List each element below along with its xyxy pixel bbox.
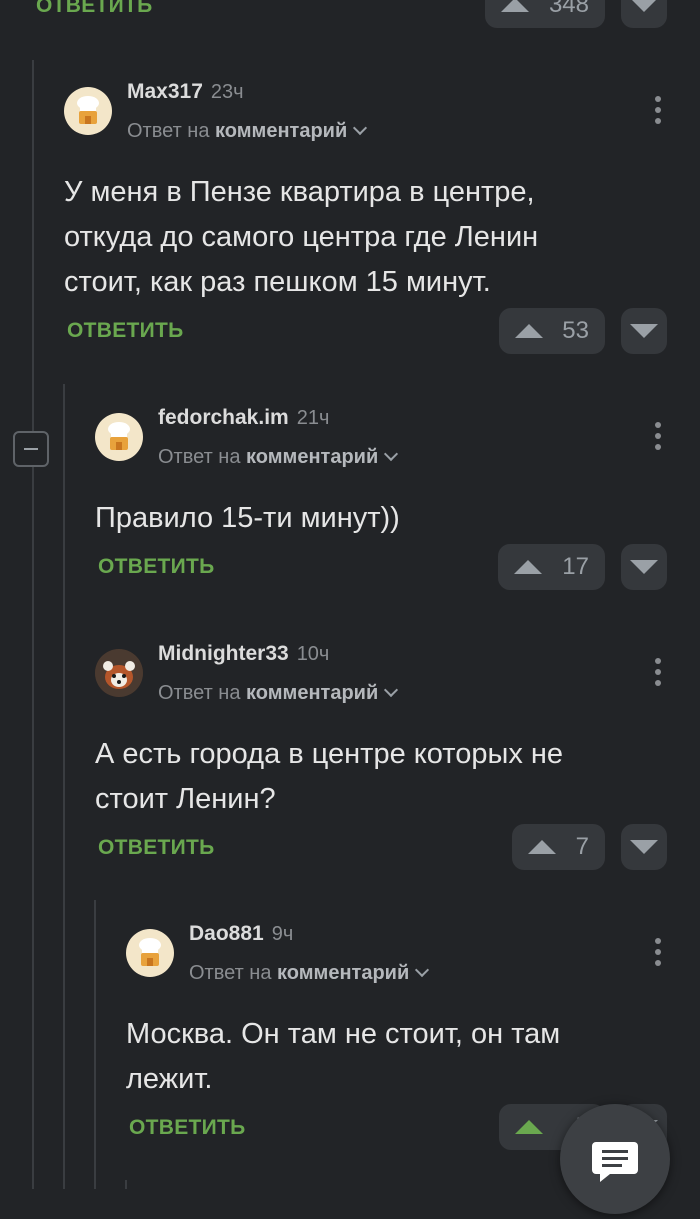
username[interactable]: fedorchak.im 21ч (158, 406, 329, 430)
vote-count: 17 (562, 553, 589, 580)
avatar[interactable] (126, 929, 174, 977)
thread-line-level-2 (63, 384, 65, 1189)
chef-avatar-icon (77, 96, 99, 124)
more-options-icon[interactable] (655, 422, 663, 452)
reply-to-link[interactable]: Ответ на комментарий (189, 962, 430, 985)
reply-to-target[interactable]: комментарий (246, 682, 378, 704)
upvote-button[interactable]: 17 (498, 544, 605, 590)
reply-to-link[interactable]: Ответ на комментарий (158, 682, 399, 705)
chevron-down-icon (384, 446, 399, 462)
reply-to-prefix: Ответ на (189, 962, 272, 984)
timestamp: 10ч (296, 643, 330, 665)
reply-button[interactable]: ОТВЕТИТЬ (129, 1116, 246, 1140)
reply-to-target[interactable]: комментарий (246, 446, 378, 468)
chef-avatar-icon (108, 422, 130, 450)
avatar[interactable] (64, 87, 112, 135)
reply-to-target[interactable]: комментарий (215, 120, 347, 142)
reply-button[interactable]: ОТВЕТИТЬ (98, 555, 215, 579)
upvote-button[interactable]: 7 (512, 824, 605, 870)
username[interactable]: Dao881 9ч (189, 922, 293, 946)
avatar[interactable] (95, 649, 143, 697)
upvote-icon (528, 840, 556, 854)
avatar[interactable] (95, 413, 143, 461)
comments-fab-button[interactable] (560, 1104, 670, 1214)
reply-to-prefix: Ответ на (127, 120, 210, 142)
vote-count: 348 (548, 0, 589, 18)
reply-to-prefix: Ответ на (158, 446, 241, 468)
upvote-icon (514, 560, 542, 574)
reply-button[interactable]: ОТВЕТИТЬ (67, 319, 184, 343)
reply-button[interactable]: ОТВЕТИТЬ (36, 0, 153, 18)
reply-to-target[interactable]: комментарий (277, 962, 409, 984)
username[interactable]: Midnighter33 10ч (158, 642, 329, 666)
chevron-down-icon (384, 682, 399, 698)
timestamp: 21ч (296, 407, 330, 429)
upvote-button[interactable]: 53 (499, 308, 605, 354)
comment-text: Москва. Он там не стоит, он там лежит. (126, 1018, 561, 1095)
downvote-button[interactable] (621, 308, 667, 354)
comment-text: У меня в Пензе квартира в центре, откуда… (64, 176, 539, 298)
thread-line-level-1 (32, 60, 34, 1189)
downvote-icon (630, 0, 658, 12)
collapse-thread-button[interactable] (13, 431, 49, 467)
reply-to-link[interactable]: Ответ на комментарий (158, 446, 399, 469)
reply-button[interactable]: ОТВЕТИТЬ (98, 836, 215, 860)
chef-avatar-icon (139, 938, 161, 966)
downvote-icon (630, 324, 658, 338)
downvote-button[interactable] (621, 544, 667, 590)
upvote-icon (515, 1120, 543, 1134)
more-options-icon[interactable] (655, 96, 663, 126)
more-options-icon[interactable] (655, 658, 663, 688)
downvote-icon (630, 840, 658, 854)
comment-text: Правило 15-ти минут)) (95, 502, 400, 534)
timestamp: 9ч (271, 923, 294, 945)
upvote-button[interactable]: 348 (485, 0, 605, 28)
thread-line-level-3 (94, 900, 96, 1189)
username[interactable]: Max317 23ч (127, 80, 244, 104)
username-text[interactable]: fedorchak.im (158, 406, 289, 429)
downvote-icon (630, 560, 658, 574)
timestamp: 23ч (210, 81, 244, 103)
vote-count: 7 (575, 833, 589, 860)
red-panda-avatar-icon (95, 649, 143, 697)
vote-count: 53 (562, 317, 589, 344)
username-text[interactable]: Max317 (127, 80, 203, 103)
upvote-icon (515, 324, 543, 338)
username-text[interactable]: Dao881 (189, 922, 264, 945)
username-text[interactable]: Midnighter33 (158, 642, 289, 665)
thread-line-level-4 (125, 1180, 127, 1189)
chevron-down-icon (415, 962, 430, 978)
reply-to-link[interactable]: Ответ на комментарий (127, 120, 368, 143)
comment-bubble-icon (592, 1142, 638, 1182)
chevron-down-icon (353, 120, 368, 136)
reply-to-prefix: Ответ на (158, 682, 241, 704)
downvote-button[interactable] (621, 0, 667, 28)
upvote-icon (501, 0, 529, 12)
more-options-icon[interactable] (655, 938, 663, 968)
downvote-button[interactable] (621, 824, 667, 870)
comment-text: А есть города в центре которых не стоит … (95, 738, 564, 815)
